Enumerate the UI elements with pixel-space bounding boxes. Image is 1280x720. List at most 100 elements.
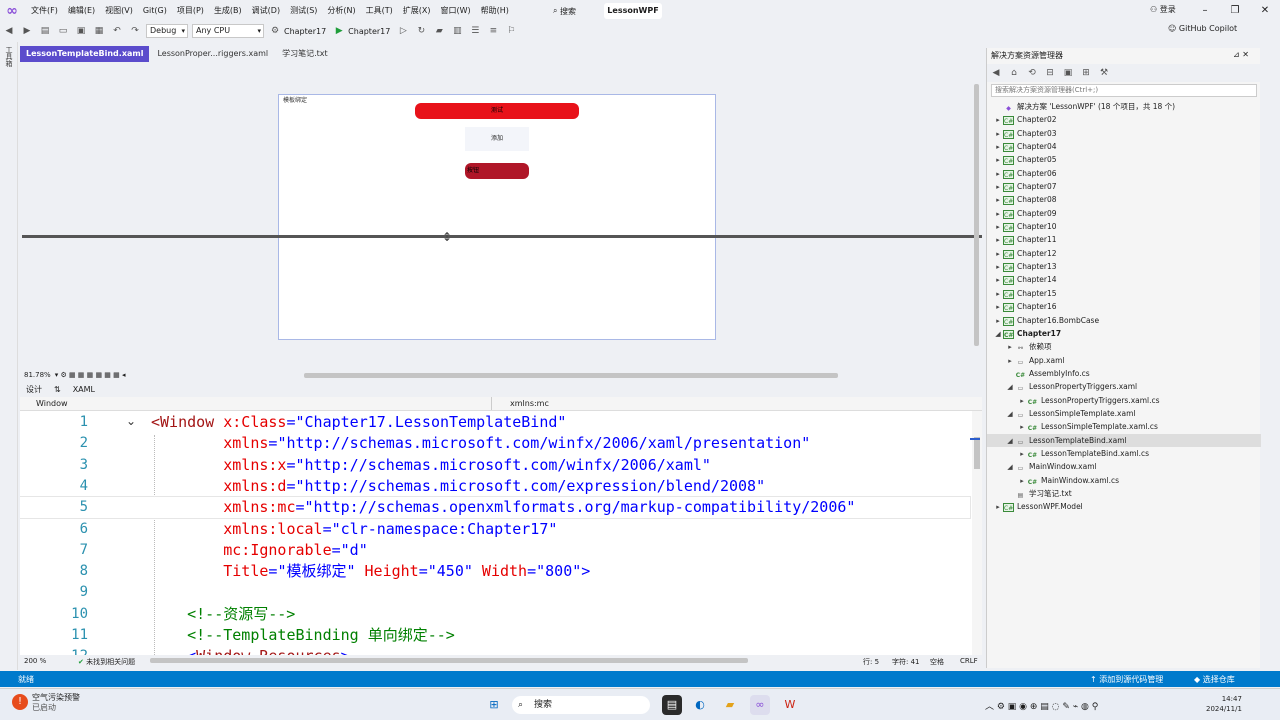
sol-sync-icon[interactable]: ⟲	[1025, 66, 1039, 80]
code-line[interactable]: 9	[20, 582, 970, 603]
menu-item[interactable]: Git(G)	[138, 0, 172, 22]
menu-item[interactable]: 视图(V)	[100, 0, 138, 22]
pin-icon[interactable]: ⊿ ✕	[1233, 50, 1249, 59]
designer-hscroll-thumb[interactable]	[304, 373, 838, 378]
tree-item[interactable]: ▸ C# LessonSimpleTemplate.xaml.cs	[987, 420, 1261, 433]
minimize-button[interactable]: –	[1190, 2, 1220, 20]
tree-expander-icon[interactable]: ◢	[1005, 381, 1015, 394]
taskbar-search[interactable]: ⌕ 搜索	[512, 696, 650, 714]
sol-show-all-icon[interactable]: ▣	[1061, 66, 1075, 80]
tree-item[interactable]: ▸ C# Chapter15	[987, 287, 1261, 300]
tree-item[interactable]: ▸ C# Chapter02	[987, 113, 1261, 126]
code-line[interactable]: 4 xmlns:d="http://schemas.microsoft.com/…	[20, 476, 970, 497]
tree-item[interactable]: ▸ C# Chapter03	[987, 127, 1261, 140]
code-line[interactable]: 2 xmlns="http://schemas.microsoft.com/wi…	[20, 433, 970, 454]
code-line[interactable]: 3 xmlns:x="http://schemas.microsoft.com/…	[20, 455, 970, 476]
member-dropdown[interactable]: xmlns:mc	[498, 397, 968, 410]
startup-project[interactable]: Chapter17	[284, 27, 326, 36]
tree-item[interactable]: ▤ 学习笔记.txt	[987, 487, 1261, 500]
tree-expander-icon[interactable]: ◢	[1005, 408, 1015, 421]
tree-item[interactable]: ▸ C# Chapter06	[987, 167, 1261, 180]
xaml-tab[interactable]: XAML	[67, 383, 101, 397]
close-button[interactable]: ✕	[1250, 2, 1280, 20]
menu-item[interactable]: 项目(P)	[172, 0, 209, 22]
menu-item[interactable]: 调试(D)	[247, 0, 285, 22]
open-icon[interactable]: ▭	[56, 24, 70, 38]
tree-item[interactable]: ▸ ▭ App.xaml	[987, 354, 1261, 367]
run-icon[interactable]: ▶	[332, 24, 346, 38]
tree-expander-icon[interactable]: ▸	[1017, 475, 1027, 488]
hot-reload-icon[interactable]: ↻	[414, 24, 428, 38]
menu-item[interactable]: 窗口(W)	[436, 0, 476, 22]
zoom-dropdown-icon[interactable]: ▾ ⚙ ▦ ▦ ▦ ▦ ▦ ▦ ◂	[55, 371, 126, 379]
tree-item[interactable]: ▸ C# Chapter16.BombCase	[987, 314, 1261, 327]
code-scrollbar-thumb[interactable]	[974, 437, 980, 469]
tree-item[interactable]: ▸ C# MainWindow.xaml.cs	[987, 474, 1261, 487]
sol-home-icon[interactable]: ⌂	[1007, 66, 1021, 80]
tree-item[interactable]: ▸ C# Chapter07	[987, 180, 1261, 193]
fold-toggle-icon[interactable]: ⌄	[126, 414, 136, 428]
tree-item[interactable]: ◆ 解决方案 'LessonWPF' (18 个项目，共 18 个)	[987, 100, 1261, 113]
wps-icon[interactable]: W	[780, 695, 800, 715]
bookmark-icon[interactable]: ⚐	[504, 24, 518, 38]
tree-expander-icon[interactable]: ◢	[993, 328, 1003, 341]
tree-expander-icon[interactable]: ◢	[1005, 461, 1015, 474]
tree-item[interactable]: ◢ ▭ LessonSimpleTemplate.xaml	[987, 407, 1261, 420]
edge-icon[interactable]: ◐	[690, 695, 710, 715]
menu-item[interactable]: 编辑(E)	[63, 0, 100, 22]
toolbox-tab[interactable]: 工具箱	[4, 46, 14, 67]
tree-expander-icon[interactable]: ◢	[1005, 435, 1015, 448]
tree-expander-icon[interactable]: ▸	[993, 274, 1003, 287]
menu-item[interactable]: 工具(T)	[361, 0, 398, 22]
new-project-icon[interactable]: ▤	[38, 24, 52, 38]
tree-expander-icon[interactable]: ▸	[993, 154, 1003, 167]
doc-tab[interactable]: LessonProper...riggers.xaml	[151, 46, 274, 62]
tree-item[interactable]: ▸ C# Chapter09	[987, 207, 1261, 220]
tree-expander-icon[interactable]: ▸	[993, 501, 1003, 514]
run-without-debug-icon[interactable]: ▷	[396, 24, 410, 38]
undo-icon[interactable]: ↶	[110, 24, 124, 38]
tree-item[interactable]: ▸ C# Chapter11	[987, 233, 1261, 246]
maximize-button[interactable]: ❐	[1220, 2, 1250, 20]
tree-item[interactable]: ◢ ▭ MainWindow.xaml	[987, 460, 1261, 473]
windows-start-icon[interactable]: ⊞	[484, 695, 504, 715]
tree-item[interactable]: ▸ ⚯ 依赖项	[987, 340, 1261, 353]
sol-back-icon[interactable]: ◀	[989, 66, 1003, 80]
issues-status[interactable]: ✔ 未找到相关问题	[78, 657, 135, 667]
platform-select[interactable]: Any CPU	[192, 24, 264, 38]
redo-icon[interactable]: ↷	[128, 24, 142, 38]
preview-dark-button[interactable]: 按钮	[465, 163, 529, 179]
code-editor[interactable]: 1 <Window x:Class="Chapter17.LessonTempla…	[20, 411, 982, 655]
tree-expander-icon[interactable]: ▸	[993, 234, 1003, 247]
menu-item[interactable]: 测试(S)	[285, 0, 322, 22]
forward-icon[interactable]: ▶	[20, 24, 34, 38]
tree-expander-icon[interactable]: ▸	[1017, 395, 1027, 408]
editor-zoom[interactable]: 200 %	[24, 657, 46, 665]
designer-zoom[interactable]: 81.78%	[24, 371, 51, 379]
code-line[interactable]: 1 <Window x:Class="Chapter17.LessonTempla…	[20, 412, 970, 433]
tray-icons[interactable]: ︿ ⚙ ▣ ◉ ⊕ ▤ ◌ ✎ ⌁ ◍ ⚲	[985, 699, 1098, 712]
code-hscroll-thumb[interactable]	[150, 658, 748, 663]
menu-item[interactable]: 扩展(X)	[398, 0, 436, 22]
tree-item[interactable]: ▸ C# Chapter08	[987, 193, 1261, 206]
config-select[interactable]: Debug	[146, 24, 188, 38]
tree-expander-icon[interactable]: ▸	[993, 141, 1003, 154]
menu-item[interactable]: 帮助(H)	[476, 0, 514, 22]
code-line[interactable]: 12 <Window.Resources>	[20, 646, 970, 655]
copilot-button[interactable]: ☺ GitHub Copilot	[1168, 24, 1237, 33]
sol-filter-icon[interactable]: ⊞	[1079, 66, 1093, 80]
save-all-icon[interactable]: ▦	[92, 24, 106, 38]
code-line[interactable]: 10 <!--资源写-->	[20, 604, 970, 625]
swap-panes-tab[interactable]: ⇅	[48, 383, 67, 397]
layout-icon[interactable]: ▥	[450, 24, 464, 38]
tree-expander-icon[interactable]: ▸	[993, 221, 1003, 234]
tree-expander-icon[interactable]: ▸	[993, 181, 1003, 194]
sol-properties-icon[interactable]: ⚒	[1097, 66, 1111, 80]
tree-expander-icon[interactable]: ▸	[993, 315, 1003, 328]
code-line[interactable]: 7 mc:Ignorable="d"	[20, 540, 970, 561]
tree-expander-icon[interactable]: ▸	[993, 194, 1003, 207]
menu-item[interactable]: 分析(N)	[322, 0, 360, 22]
tree-item[interactable]: ◢ ▭ LessonTemplateBind.xaml	[987, 433, 1261, 448]
tree-item[interactable]: ▸ C# LessonWPF.Model	[987, 500, 1261, 513]
preview-add-button[interactable]: 添加	[465, 127, 529, 151]
